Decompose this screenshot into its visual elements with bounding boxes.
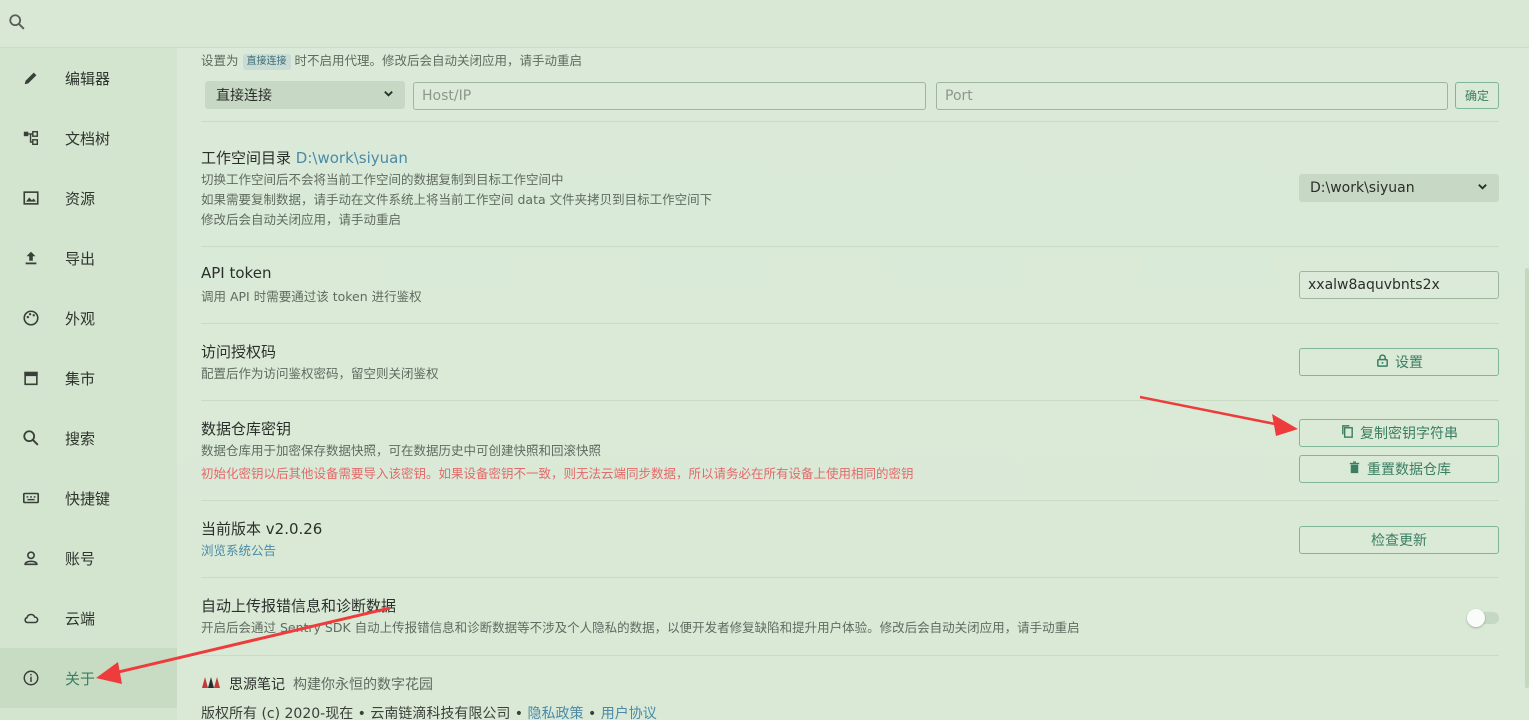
- palette-icon: [22, 309, 40, 327]
- store-icon: [22, 369, 40, 387]
- proxy-description: 设置为 直接连接 时不启用代理。修改后会自动关闭应用，请手动重启: [201, 51, 582, 71]
- upload-icon: [22, 249, 40, 267]
- telemetry-setting: 自动上传报错信息和诊断数据 开启后会通过 Sentry SDK 自动上传报错信息…: [201, 578, 1499, 656]
- lock-icon: [1375, 353, 1390, 372]
- sidebar-item-shortcuts[interactable]: 快捷键: [0, 468, 177, 528]
- access-code-desc: 配置后作为访问鉴权密码，留空则关闭鉴权: [201, 366, 439, 381]
- sidebar-item-appearance[interactable]: 外观: [0, 288, 177, 348]
- proxy-desc-suffix: 时不启用代理。修改后会自动关闭应用，请手动重启: [294, 53, 583, 68]
- sidebar-item-assets[interactable]: 资源: [0, 168, 177, 228]
- api-token-input[interactable]: xxalw8aquvbnts2x: [1299, 271, 1499, 299]
- telemetry-title: 自动上传报错信息和诊断数据: [201, 597, 397, 615]
- image-icon: [22, 189, 40, 207]
- workspace-path: D:\work\siyuan: [295, 149, 408, 167]
- sidebar-item-label: 搜索: [65, 429, 96, 448]
- proxy-desc-prefix: 设置为: [201, 53, 239, 68]
- reset-repo-button-label: 重置数据仓库: [1367, 462, 1451, 478]
- access-code-button-label: 设置: [1395, 355, 1423, 371]
- access-code-title: 访问授权码: [201, 343, 277, 361]
- sidebar-item-search[interactable]: 搜索: [0, 408, 177, 468]
- reset-repo-button[interactable]: 重置数据仓库: [1299, 455, 1499, 483]
- sidebar-item-about[interactable]: 关于: [0, 648, 177, 708]
- workspace-select-value: D:\work\siyuan: [1310, 180, 1415, 196]
- pencil-icon: [22, 69, 40, 87]
- announcements-link[interactable]: 浏览系统公告: [201, 541, 276, 561]
- version-title: 当前版本 v2.0.26: [201, 520, 323, 538]
- proxy-setting: 设置为 直接连接 时不启用代理。修改后会自动关闭应用，请手动重启 直接连接 Host…: [201, 48, 1499, 122]
- scrollbar[interactable]: [1525, 268, 1529, 688]
- sidebar-item-label: 资源: [65, 189, 96, 208]
- copy-key-button[interactable]: 复制密钥字符串: [1299, 419, 1499, 447]
- workspace-desc-line-2: 如果需要复制数据，请手动在文件系统上将当前工作空间 data 文件夹拷贝到目标工…: [201, 192, 713, 207]
- api-token-desc: 调用 API 时需要通过该 token 进行鉴权: [201, 289, 422, 304]
- chevron-down-icon: [383, 87, 394, 103]
- workspace-title: 工作空间目录 D:\work\siyuan: [201, 147, 408, 168]
- access-code-setting: 访问授权码 配置后作为访问鉴权密码，留空则关闭鉴权 设置: [201, 324, 1499, 401]
- siyuan-logo-icon: [201, 674, 221, 694]
- keyboard-icon: [22, 489, 40, 507]
- api-token-title: API token: [201, 264, 272, 282]
- sidebar-item-label: 编辑器: [65, 69, 111, 88]
- access-code-set-button[interactable]: 设置: [1299, 348, 1499, 376]
- sidebar-item-label: 快捷键: [65, 489, 111, 508]
- sidebar-item-export[interactable]: 导出: [0, 228, 177, 288]
- sidebar-item-label: 外观: [65, 309, 96, 328]
- proxy-port-input[interactable]: Port: [936, 82, 1448, 110]
- tree-icon: [22, 129, 40, 147]
- workspace-title-text: 工作空间目录: [201, 149, 292, 167]
- version-setting: 当前版本 v2.0.26 浏览系统公告 检查更新: [201, 501, 1499, 578]
- workspace-desc-line-3: 修改后会自动关闭应用，请手动重启: [201, 212, 402, 227]
- copyright-text: 版权所有 (c) 2020-现在 • 云南链滴科技有限公司 •: [201, 706, 524, 720]
- repo-key-warning: 初始化密钥以后其他设备需要导入该密钥。如果设备密钥不一致，则无法云端同步数据，所…: [201, 466, 914, 481]
- proxy-mode-value: 直接连接: [216, 88, 272, 104]
- sidebar-item-marketplace[interactable]: 集市: [0, 348, 177, 408]
- proxy-confirm-button[interactable]: 确定: [1455, 82, 1499, 109]
- api-token-setting: API token 调用 API 时需要通过该 token 进行鉴权 xxalw…: [201, 247, 1499, 324]
- proxy-desc-tag: 直接连接: [242, 54, 291, 70]
- sidebar-item-label: 账号: [65, 549, 96, 568]
- user-icon: [22, 549, 40, 567]
- top-bar: [0, 0, 1529, 48]
- settings-content: 设置为 直接连接 时不启用代理。修改后会自动关闭应用，请手动重启 直接连接 Host…: [177, 48, 1529, 720]
- repo-key-setting: 数据仓库密钥 数据仓库用于加密保存数据快照，可在数据历史中可创建快照和回滚快照 …: [201, 401, 1499, 501]
- chevron-down-icon: [1477, 180, 1488, 196]
- copy-key-button-label: 复制密钥字符串: [1360, 426, 1458, 442]
- sidebar-item-label: 关于: [65, 669, 96, 688]
- proxy-mode-select[interactable]: 直接连接: [205, 81, 405, 109]
- proxy-host-input[interactable]: Host/IP: [413, 82, 926, 110]
- workspace-desc-line-1: 切换工作空间后不会将当前工作空间的数据复制到目标工作空间中: [201, 172, 564, 187]
- sidebar-item-editor[interactable]: 编辑器: [0, 48, 177, 108]
- app-name: 思源笔记: [229, 677, 285, 693]
- repo-key-title: 数据仓库密钥: [201, 420, 292, 438]
- sidebar-item-label: 文档树: [65, 129, 111, 148]
- app-slogan: 构建你永恒的数字花园: [293, 677, 433, 693]
- footer-separator: •: [587, 706, 597, 720]
- copyright: 版权所有 (c) 2020-现在 • 云南链滴科技有限公司 • 隐私政策 • 用…: [201, 703, 657, 720]
- sidebar-item-account[interactable]: 账号: [0, 528, 177, 588]
- workspace-select[interactable]: D:\work\siyuan: [1299, 174, 1499, 202]
- sidebar-item-label: 云端: [65, 609, 96, 628]
- info-icon: [22, 669, 40, 687]
- sidebar-item-label: 导出: [65, 249, 96, 268]
- repo-key-desc: 数据仓库用于加密保存数据快照，可在数据历史中可创建快照和回滚快照: [201, 443, 602, 458]
- app-branding: 思源笔记 构建你永恒的数字花园: [201, 674, 433, 694]
- copy-icon: [1340, 424, 1355, 443]
- sidebar-item-cloud[interactable]: 云端: [0, 588, 177, 648]
- terms-link[interactable]: 用户协议: [601, 706, 657, 720]
- sidebar-item-doc-tree[interactable]: 文档树: [0, 108, 177, 168]
- privacy-link[interactable]: 隐私政策: [528, 706, 584, 720]
- workspace-setting: 工作空间目录 D:\work\siyuan 切换工作空间后不会将当前工作空间的数…: [201, 122, 1499, 247]
- check-update-button[interactable]: 检查更新: [1299, 526, 1499, 554]
- search-icon: [22, 429, 40, 447]
- search-icon[interactable]: [8, 13, 26, 31]
- settings-sidebar: 编辑器 文档树 资源 导出 外观 集市 搜索 快捷键 账号 云端 关于: [0, 48, 177, 720]
- trash-icon: [1347, 460, 1362, 479]
- cloud-icon: [22, 609, 40, 627]
- telemetry-toggle[interactable]: [1467, 609, 1499, 627]
- sidebar-item-label: 集市: [65, 369, 96, 388]
- telemetry-desc: 开启后会通过 Sentry SDK 自动上传报错信息和诊断数据等不涉及个人隐私的…: [201, 620, 1080, 635]
- toggle-knob: [1467, 609, 1485, 627]
